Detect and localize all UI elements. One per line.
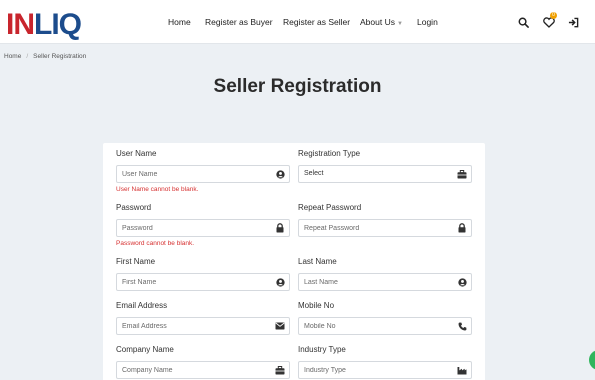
briefcase-icon <box>275 365 285 375</box>
wishlist-count-badge: 0 <box>550 12 557 19</box>
repeat-password-box <box>298 219 472 237</box>
username-group: User Name User Name cannot be blank. <box>116 149 290 193</box>
industry-label: Industry Type <box>298 345 346 354</box>
breadcrumb-separator: / <box>26 53 29 60</box>
email-box <box>116 317 290 335</box>
industry-box <box>298 361 472 379</box>
page-title: Seller Registration <box>213 76 382 97</box>
first-name-label: First Name <box>116 257 156 266</box>
username-label: User Name <box>116 149 157 158</box>
password-box <box>116 219 290 237</box>
last-name-input[interactable] <box>299 274 449 290</box>
username-input[interactable] <box>117 166 267 182</box>
registration-type-value: Select <box>304 170 324 177</box>
repeat-password-label: Repeat Password <box>298 203 362 212</box>
email-group: Email Address <box>116 301 290 335</box>
registration-type-label: Registration Type <box>298 149 361 158</box>
password-group: Password Password cannot be blank. <box>116 203 290 247</box>
email-label: Email Address <box>116 301 168 310</box>
industry-input[interactable] <box>299 362 449 378</box>
repeat-password-input[interactable] <box>299 220 449 236</box>
main-nav: Home Register as Buyer Register as Selle… <box>0 0 595 44</box>
user-circle-icon <box>275 277 285 287</box>
nav-about-label: About Us <box>360 17 395 27</box>
password-input[interactable] <box>117 220 267 236</box>
nav-about-us[interactable]: About Us ▼ <box>360 17 403 27</box>
login-icon[interactable] <box>566 15 580 29</box>
breadcrumb: Home / Seller Registration <box>4 53 86 60</box>
chat-widget-button[interactable] <box>589 350 595 370</box>
mobile-label: Mobile No <box>298 301 335 310</box>
company-group: Company Name <box>116 345 290 379</box>
password-label: Password <box>116 203 152 212</box>
user-circle-icon <box>457 277 467 287</box>
first-name-box <box>116 273 290 291</box>
nav-home[interactable]: Home <box>168 17 191 27</box>
password-error: Password cannot be blank. <box>116 240 195 247</box>
top-header: IN LIQ Home Register as Buyer Register a… <box>0 0 595 44</box>
factory-icon <box>457 365 467 375</box>
last-name-label: Last Name <box>298 257 337 266</box>
registration-type-select[interactable]: Select <box>298 165 472 183</box>
company-box <box>116 361 290 379</box>
mobile-input[interactable] <box>299 318 449 334</box>
company-input[interactable] <box>117 362 267 378</box>
chevron-down-icon: ▼ <box>396 21 403 27</box>
registration-type-group: Registration Type Select <box>298 149 472 183</box>
nav-login[interactable]: Login <box>417 17 438 27</box>
username-error: User Name cannot be blank. <box>116 186 199 193</box>
first-name-group: First Name <box>116 257 290 291</box>
envelope-icon <box>275 321 285 331</box>
briefcase-icon <box>457 169 467 179</box>
repeat-password-group: Repeat Password <box>298 203 472 237</box>
last-name-group: Last Name <box>298 257 472 291</box>
phone-icon <box>457 321 467 331</box>
breadcrumb-current: Seller Registration <box>33 53 87 60</box>
lock-icon <box>457 223 467 233</box>
email-input[interactable] <box>117 318 267 334</box>
mobile-group: Mobile No <box>298 301 472 335</box>
nav-register-seller[interactable]: Register as Seller <box>283 17 350 27</box>
search-icon[interactable] <box>516 15 530 29</box>
mobile-box <box>298 317 472 335</box>
last-name-box <box>298 273 472 291</box>
industry-group: Industry Type <box>298 345 472 379</box>
breadcrumb-home[interactable]: Home <box>4 53 21 60</box>
first-name-input[interactable] <box>117 274 267 290</box>
nav-register-buyer[interactable]: Register as Buyer <box>205 17 273 27</box>
lock-icon <box>275 223 285 233</box>
username-box <box>116 165 290 183</box>
registration-form-card: User Name User Name cannot be blank. Reg… <box>103 143 485 380</box>
company-label: Company Name <box>116 345 174 354</box>
user-circle-icon <box>275 169 285 179</box>
wishlist-heart-icon[interactable]: 0 <box>542 12 557 29</box>
